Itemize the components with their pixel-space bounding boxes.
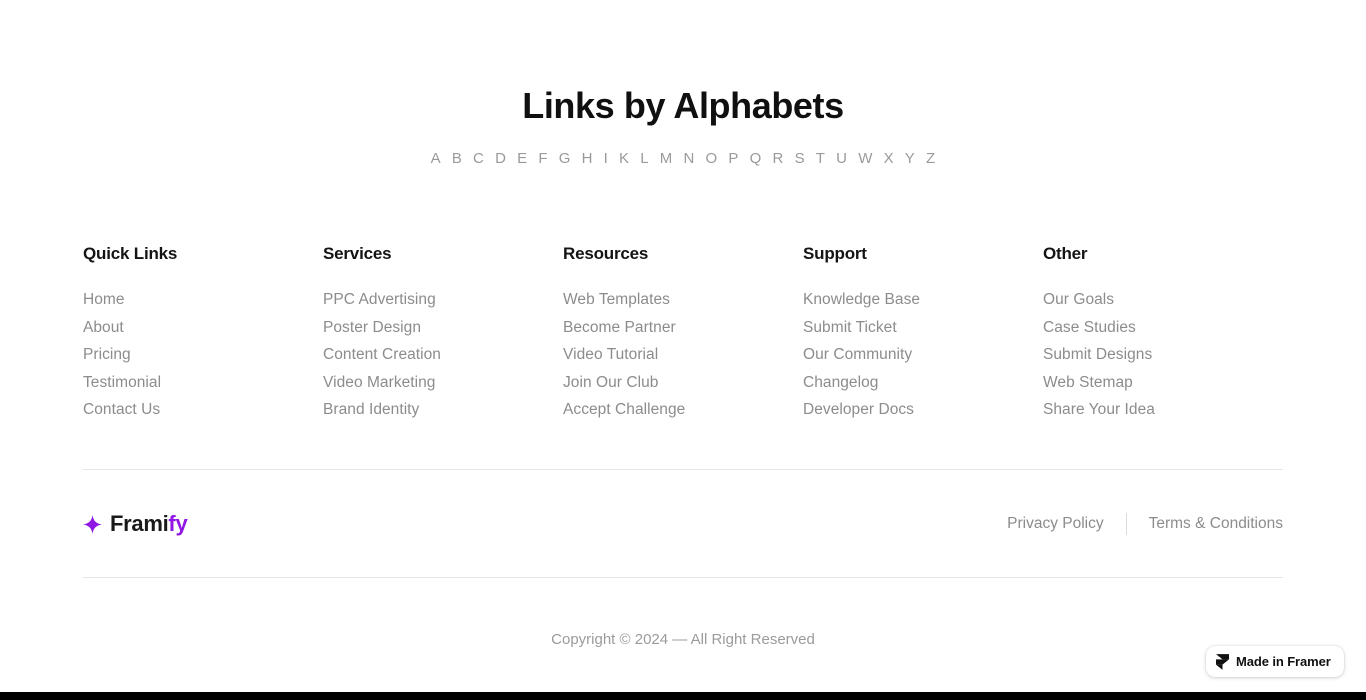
divider-top (83, 469, 1283, 470)
brand-logo[interactable]: Framify (83, 510, 188, 538)
alphabet-letter-q[interactable]: Q (750, 148, 762, 170)
brand-name-accent: fy (168, 511, 188, 536)
footer-link[interactable]: Contact Us (83, 396, 323, 424)
alphabet-letter-y[interactable]: Y (905, 148, 915, 170)
footer-link[interactable]: Knowledge Base (803, 286, 1043, 314)
footer-column-resources: Resources Web Templates Become Partner Vide… (563, 242, 803, 424)
alphabet-letter-h[interactable]: H (582, 148, 593, 170)
framer-logo-icon (1216, 653, 1229, 670)
alphabet-letter-l[interactable]: L (640, 148, 649, 170)
alphabet-letter-e[interactable]: E (517, 148, 527, 170)
footer-link[interactable]: Our Community (803, 341, 1043, 369)
alphabet-letter-t[interactable]: T (816, 148, 825, 170)
footer-link[interactable]: Testimonial (83, 369, 323, 397)
footer-column-services: Services PPC Advertising Poster Design Cont… (323, 242, 563, 424)
footer-link[interactable]: Join Our Club (563, 369, 803, 397)
footer-link[interactable]: Content Creation (323, 341, 563, 369)
brand-name: Framify (110, 510, 188, 538)
footer-link[interactable]: Become Partner (563, 314, 803, 342)
alphabet-letter-w[interactable]: W (858, 148, 872, 170)
alphabet-letter-k[interactable]: K (619, 148, 629, 170)
alphabet-letter-n[interactable]: N (684, 148, 695, 170)
column-heading: Quick Links (83, 244, 178, 263)
alphabet-letter-m[interactable]: M (660, 148, 673, 170)
column-heading: Other (1043, 244, 1088, 263)
sparkle-star-icon (83, 514, 102, 534)
footer-link[interactable]: About (83, 314, 323, 342)
alphabet-letter-o[interactable]: O (706, 148, 718, 170)
legal-divider (1125, 513, 1127, 535)
alphabet-letter-c[interactable]: C (473, 148, 484, 170)
footer-column-quick-links: Quick Links Home About Pricing Testimonial Co… (83, 242, 323, 424)
alphabet-letter-g[interactable]: G (559, 148, 571, 170)
made-in-framer-label: Made in Framer (1236, 653, 1331, 669)
footer-link[interactable]: Submit Ticket (803, 314, 1043, 342)
alphabet-letter-u[interactable]: U (836, 148, 847, 170)
footer-link[interactable]: Accept Challenge (563, 396, 803, 424)
brand-row: Framify Privacy Policy Terms & Condition… (83, 505, 1283, 543)
alphabet-letter-s[interactable]: S (795, 148, 805, 170)
alphabet-letter-z[interactable]: Z (926, 148, 935, 170)
privacy-policy-link[interactable]: Privacy Policy (1007, 513, 1103, 535)
alphabet-letter-d[interactable]: D (495, 148, 506, 170)
alphabet-letter-p[interactable]: P (728, 148, 738, 170)
footer-link[interactable]: Submit Designs (1043, 341, 1283, 369)
footer-column-support: Support Knowledge Base Submit Ticket Our Co… (803, 242, 1043, 424)
alphabet-letter-b[interactable]: B (452, 148, 462, 170)
footer-link[interactable]: PPC Advertising (323, 286, 563, 314)
footer-link[interactable]: Video Tutorial (563, 341, 803, 369)
footer-link[interactable]: Home (83, 286, 323, 314)
alphabet-letter-x[interactable]: X (884, 148, 894, 170)
footer-link[interactable]: Pricing (83, 341, 323, 369)
footer-link[interactable]: Changelog (803, 369, 1043, 397)
footer-link[interactable]: Our Goals (1043, 286, 1283, 314)
footer-link-columns: Quick Links Home About Pricing Testimonial Co… (83, 242, 1283, 424)
footer-link[interactable]: Video Marketing (323, 369, 563, 397)
footer-link[interactable]: Case Studies (1043, 314, 1283, 342)
footer-link[interactable]: Developer Docs (803, 396, 1043, 424)
brand-name-primary: Frami (110, 511, 169, 536)
footer-link[interactable]: Poster Design (323, 314, 563, 342)
alphabet-letter-f[interactable]: F (538, 148, 547, 170)
copyright-text: Copyright © 2024 — All Right Reserved (551, 631, 815, 648)
footer-page: Links by Alphabets ABCDEFGHIKLMNOPQRSTUW… (0, 0, 1366, 700)
terms-conditions-link[interactable]: Terms & Conditions (1149, 513, 1283, 535)
alphabet-index-nav: ABCDEFGHIKLMNOPQRSTUWXYZ (0, 148, 1366, 170)
column-heading: Resources (563, 244, 649, 263)
footer-link[interactable]: Share Your Idea (1043, 396, 1283, 424)
footer-link[interactable]: Web Templates (563, 286, 803, 314)
footer-column-other: Other Our Goals Case Studies Submit Designs… (1043, 242, 1283, 424)
alphabet-letter-r[interactable]: R (773, 148, 784, 170)
page-bottom-edge (0, 692, 1366, 700)
column-heading: Services (323, 244, 392, 263)
legal-links: Privacy Policy Terms & Conditions (1007, 513, 1283, 535)
column-heading: Support (803, 244, 867, 263)
divider-bottom (83, 577, 1283, 578)
page-title: Links by Alphabets (522, 85, 844, 126)
made-in-framer-badge[interactable]: Made in Framer (1206, 646, 1344, 677)
footer-link[interactable]: Web Stemap (1043, 369, 1283, 397)
alphabet-letter-i[interactable]: I (604, 148, 608, 170)
footer-link[interactable]: Brand Identity (323, 396, 563, 424)
alphabet-letter-a[interactable]: A (431, 148, 441, 170)
